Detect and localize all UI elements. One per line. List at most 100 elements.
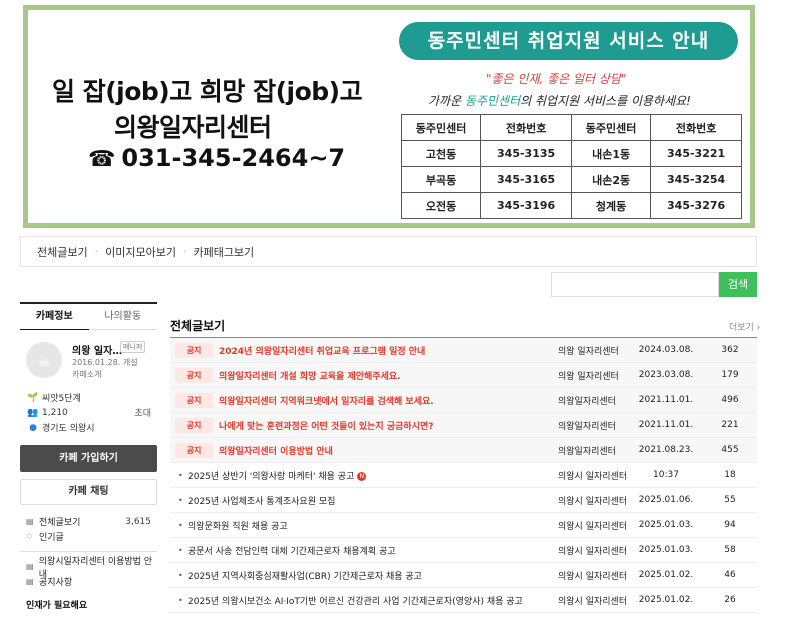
post-author[interactable]: 의왕일자리센터 [558, 394, 616, 407]
notice-badge: 공지 [175, 417, 213, 433]
post-title[interactable]: 의왕일자리센터 개설 희망 교육을 제안해주세요. [219, 369, 401, 382]
post-title[interactable]: 2025년 의왕시보건소 AI·IoT기반 어르신 건강관리 사업 기간제근로자… [188, 594, 523, 607]
post-title[interactable]: 의왕문화원 직원 채용 공고 [188, 519, 288, 532]
cafe-banner: 일 잡(job)고 희망 잡(job)고 의왕일자리센터 ☎ 031-345-24… [23, 5, 755, 228]
notice-row[interactable]: 공지 2024년 의왕일자리센터 취업교육 프로그램 일정 안내 의왕 일자리센… [170, 338, 757, 363]
post-title[interactable]: 의왕일자리센터 지역워크넷에서 일자리를 검색해 보세요. [219, 394, 434, 407]
bullet-icon: • [178, 495, 183, 505]
center-phone-table: 동주민센터 전화번호 동주민센터 전화번호 고천동 345-3135 내손1동 … [400, 114, 742, 219]
banner-content: 일 잡(job)고 희망 잡(job)고 의왕일자리센터 ☎ 031-345-24… [28, 10, 750, 223]
post-date: 2021.11.01. [638, 395, 694, 405]
fire-icon: ♢ [26, 532, 34, 541]
location-label: 경기도 의왕시 [42, 424, 95, 434]
post-row[interactable]: • 2025년 지역사회중심재활사업(CBR) 기간제근로자 채용 공고 의왕시… [170, 563, 757, 588]
notice-badge: 공지 [175, 342, 213, 358]
post-date: 2025.01.02. [638, 570, 694, 580]
tab-images[interactable]: 이미지모아보기 [105, 244, 176, 260]
invite-link[interactable]: 초대 [134, 406, 151, 419]
notice-row[interactable]: 공지 의왕일자리센터 개설 희망 교육을 제안해주세요. 의왕 일자리센터 20… [170, 363, 757, 388]
post-date: 2025.01.03. [638, 520, 694, 530]
board-icon: ▤ [26, 577, 34, 586]
post-row[interactable]: • 의왕문화원 직원 채용 공고 의왕시 일자리센터 2025.01.03. 9… [170, 513, 757, 538]
banner-quote: "좋은 인재, 좋은 일터 상담" [486, 72, 627, 86]
cafe-name[interactable]: 의왕 일자… [72, 342, 122, 357]
tab-cafe-info[interactable]: 카페정보 [20, 304, 89, 330]
banner-invite: 가까운 동주민센터의 취업지원 서비스를 이용하세요! [428, 92, 691, 109]
search-button[interactable]: 검색 [719, 272, 757, 297]
table-cell: 345-3165 [480, 166, 572, 193]
menu-item-notice[interactable]: ▤ 공지사항 [20, 574, 157, 589]
table-row: 부곡동 345-3165 내손2동 345-3254 [400, 166, 742, 193]
sidebar-menu: ▤ 전체글보기 3,615 ♢ 인기글 ▤ 의왕시일자리센터 이용방법 안내 ▤ 공지사… [20, 514, 157, 611]
cafe-location: ● 경기도 의왕시 [20, 420, 157, 435]
post-author[interactable]: 의왕일자리센터 [558, 419, 616, 432]
post-row[interactable]: • 2025년 사업체조사 통계조사요원 모집 의왕시 일자리센터 2025.0… [170, 488, 757, 513]
table-row: 오전동 345-3196 청계동 345-3276 [400, 192, 742, 219]
tab-all-posts[interactable]: 전체글보기 [37, 244, 88, 260]
post-title[interactable]: 2025년 상반기 '의왕사랑 마케터' 채용 공고 N [188, 469, 367, 482]
post-views: 496 [721, 395, 739, 405]
bullet-icon: • [178, 520, 183, 530]
post-title[interactable]: 2024년 의왕일자리센터 취업교육 프로그램 일정 안내 [219, 344, 425, 357]
cafe-intro-link[interactable]: 카페소개 [72, 369, 101, 380]
menu-item-popular[interactable]: ♢ 인기글 [20, 529, 157, 544]
menu-divider [20, 551, 157, 552]
post-author[interactable]: 의왕시 일자리센터 [558, 494, 627, 507]
post-author[interactable]: 의왕시 일자리센터 [558, 469, 627, 482]
view-tabs: 전체글보기 · 이미지모아보기 · 카페태그보기 [20, 236, 757, 267]
post-views: 26 [724, 595, 736, 605]
more-label: 더보기 [729, 323, 754, 333]
post-title[interactable]: 2025년 지역사회중심재활사업(CBR) 기간제근로자 채용 공고 [188, 569, 422, 582]
post-author[interactable]: 의왕 일자리센터 [558, 344, 619, 357]
table-header-row: 동주민센터 전화번호 동주민센터 전화번호 [400, 114, 742, 141]
post-author[interactable]: 의왕시 일자리센터 [558, 544, 627, 557]
member-count[interactable]: 1,210 [42, 408, 68, 418]
post-title[interactable]: 의왕일자리센터 이용방법 안내 [219, 444, 333, 457]
menu-item-label: 인기글 [39, 533, 64, 543]
banner-slogan-line1: 일 잡(job)고 희망 잡(job)고 [52, 77, 363, 106]
menu-item-all-posts[interactable]: ▤ 전체글보기 3,615 [20, 514, 157, 529]
post-title[interactable]: 2025년 사업체조사 통계조사요원 모집 [188, 494, 335, 507]
post-title[interactable]: 공문서 사송 전담인력 대체 기간제근로자 채용계획 공고 [188, 544, 396, 557]
post-row[interactable]: • 2025년 의왕시보건소 AI·IoT기반 어르신 건강관리 사업 기간제근… [170, 588, 757, 613]
post-row[interactable]: • 공문서 사송 전담인력 대체 기간제근로자 채용계획 공고 의왕시 일자리센… [170, 538, 757, 563]
post-title[interactable]: 나에게 맞는 훈련과정은 어떤 것들이 있는지 궁금하시면? [219, 419, 433, 432]
tab-my-activity[interactable]: 나의활동 [88, 304, 157, 330]
tab-separator: · [182, 245, 187, 258]
sidebar: 카페정보 나의활동 ☕ 의왕 일자… 매니저 2016.01.28. 개설 카페… [20, 302, 157, 611]
tab-tags[interactable]: 카페태그보기 [193, 244, 254, 260]
cafe-level: 🌱 씨앗5단계 [20, 390, 157, 405]
post-row[interactable]: • 2025년 상반기 '의왕사랑 마케터' 채용 공고 N 의왕시 일자리센터 … [170, 463, 757, 488]
tab-separator: · [94, 245, 99, 258]
more-link[interactable]: 더보기 › [729, 320, 760, 333]
telephone-icon: ☎ [88, 147, 116, 172]
notice-row[interactable]: 공지 의왕일자리센터 지역워크넷에서 일자리를 검색해 보세요. 의왕일자리센터… [170, 388, 757, 413]
cafe-created-date: 2016.01.28. 개설 [72, 358, 138, 367]
post-views: 55 [724, 495, 736, 505]
notice-row[interactable]: 공지 나에게 맞는 훈련과정은 어떤 것들이 있는지 궁금하시면? 의왕일자리센… [170, 413, 757, 438]
post-author[interactable]: 의왕 일자리센터 [558, 369, 619, 382]
menu-item-guide[interactable]: ▤ 의왕시일자리센터 이용방법 안내 [20, 557, 157, 580]
banner-headline: 동주민센터 취업지원 서비스 안내 [399, 22, 738, 60]
post-author[interactable]: 의왕시 일자리센터 [558, 569, 627, 582]
table-cell: 부곡동 [400, 166, 482, 193]
sprout-icon: 🌱 [27, 392, 39, 403]
cafe-level-label[interactable]: 씨앗5단계 [42, 391, 81, 404]
post-views: 221 [721, 420, 739, 430]
banner-phone-number: 031-345-2464~7 [121, 144, 346, 172]
bullet-icon: • [178, 570, 183, 580]
table-cell: 고천동 [400, 140, 482, 167]
post-date: 10:37 [653, 470, 679, 480]
post-author[interactable]: 의왕시 일자리센터 [558, 519, 627, 532]
search-input[interactable] [551, 272, 719, 297]
post-views: 18 [724, 470, 736, 480]
post-views: 362 [721, 345, 739, 355]
notice-row[interactable]: 공지 의왕일자리센터 이용방법 안내 의왕일자리센터 2021.08.23. 4… [170, 438, 757, 463]
post-author[interactable]: 의왕일자리센터 [558, 444, 616, 457]
menu-item-count: 3,615 [125, 516, 151, 527]
cafe-chat-button[interactable]: 카페 채팅 [20, 479, 157, 505]
cafe-thumbnail-icon[interactable]: ☕ [26, 342, 62, 378]
join-cafe-button[interactable]: 카페 가입하기 [20, 445, 157, 472]
post-author[interactable]: 의왕시 일자리센터 [558, 594, 627, 607]
post-date: 2021.11.01. [638, 420, 694, 430]
